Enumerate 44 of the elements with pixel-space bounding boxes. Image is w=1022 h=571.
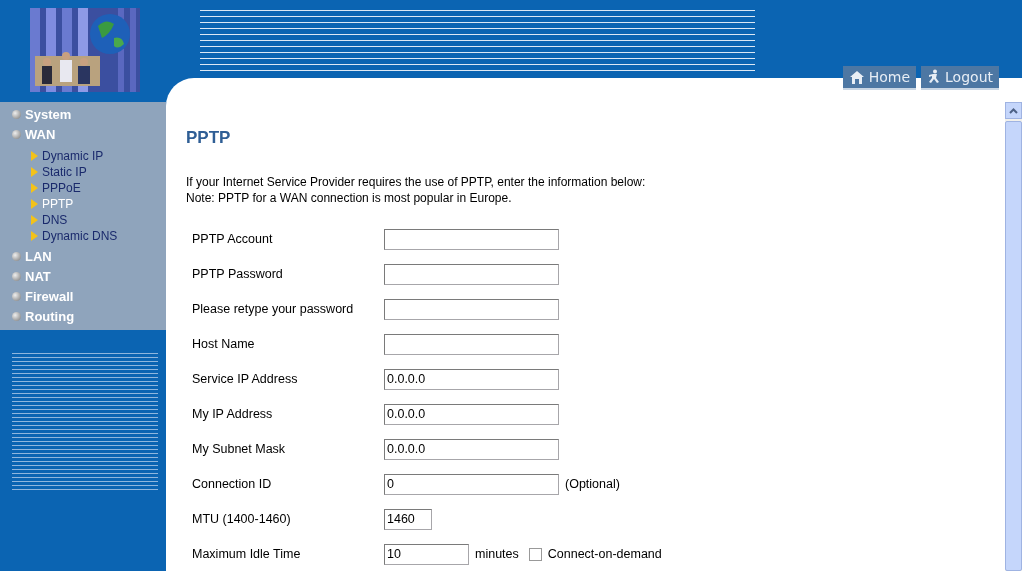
input-field[interactable]: 0.0.0.0 — [384, 403, 559, 425]
bullet-icon — [12, 109, 21, 119]
input-field[interactable]: 0 — [384, 473, 559, 495]
field-note: (Optional) — [565, 477, 620, 491]
bullet-icon — [12, 251, 21, 261]
bullet-icon — [12, 291, 21, 301]
sidebar-subitem[interactable]: Dynamic DNS — [42, 229, 118, 243]
sidebar-subitem[interactable]: DNS — [42, 213, 68, 227]
sidebar-subitem[interactable]: Static IP — [42, 165, 87, 179]
input-field[interactable] — [384, 228, 559, 250]
field-label: Please retype your password — [192, 302, 355, 316]
field-label: My IP Address — [192, 407, 274, 421]
checkbox-label: Connect-on-demand — [547, 547, 662, 561]
input-field[interactable] — [384, 333, 559, 355]
input-field[interactable] — [384, 263, 559, 285]
page-title: PPTP — [186, 128, 232, 148]
sidebar-subitem[interactable]: PPPoE — [42, 181, 81, 195]
bullet-icon — [12, 311, 21, 321]
field-label: Host Name — [192, 337, 256, 351]
input-field[interactable]: 0.0.0.0 — [384, 368, 559, 390]
field-label: Connection ID — [192, 477, 273, 491]
scroll-up-button[interactable] — [1005, 102, 1022, 119]
input-field[interactable] — [384, 298, 559, 320]
field-label: PPTP Password — [192, 267, 284, 281]
input-field[interactable]: 0.0.0.0 — [384, 438, 559, 460]
bullet-icon — [12, 271, 21, 281]
field-label: Service IP Address — [192, 372, 299, 386]
field-note: minutes — [475, 547, 519, 561]
checkbox[interactable] — [528, 547, 542, 561]
sidebar-subitem[interactable]: Dynamic IP — [42, 149, 104, 163]
intro-text: Note: PPTP for a WAN connection is most popular in Europe. — [186, 190, 513, 206]
logout-button[interactable]: Logout — [921, 66, 999, 90]
field-label: PPTP Account — [192, 232, 274, 246]
input-field[interactable]: 1460 — [384, 508, 432, 530]
intro-text: If your Internet Service Provider requires the use of PPTP, enter the information below: — [186, 174, 647, 190]
field-label: Maximum Idle Time — [192, 547, 302, 561]
house-icon — [848, 69, 865, 85]
bullet-icon — [12, 129, 21, 139]
field-label: My Subnet Mask — [192, 442, 287, 456]
running-person-icon — [927, 69, 942, 85]
input-field[interactable]: 10 — [384, 543, 469, 565]
chevron-up-icon — [1009, 107, 1018, 114]
home-button[interactable]: Home — [842, 66, 917, 90]
field-label: MTU (1400-1460) — [192, 512, 292, 526]
